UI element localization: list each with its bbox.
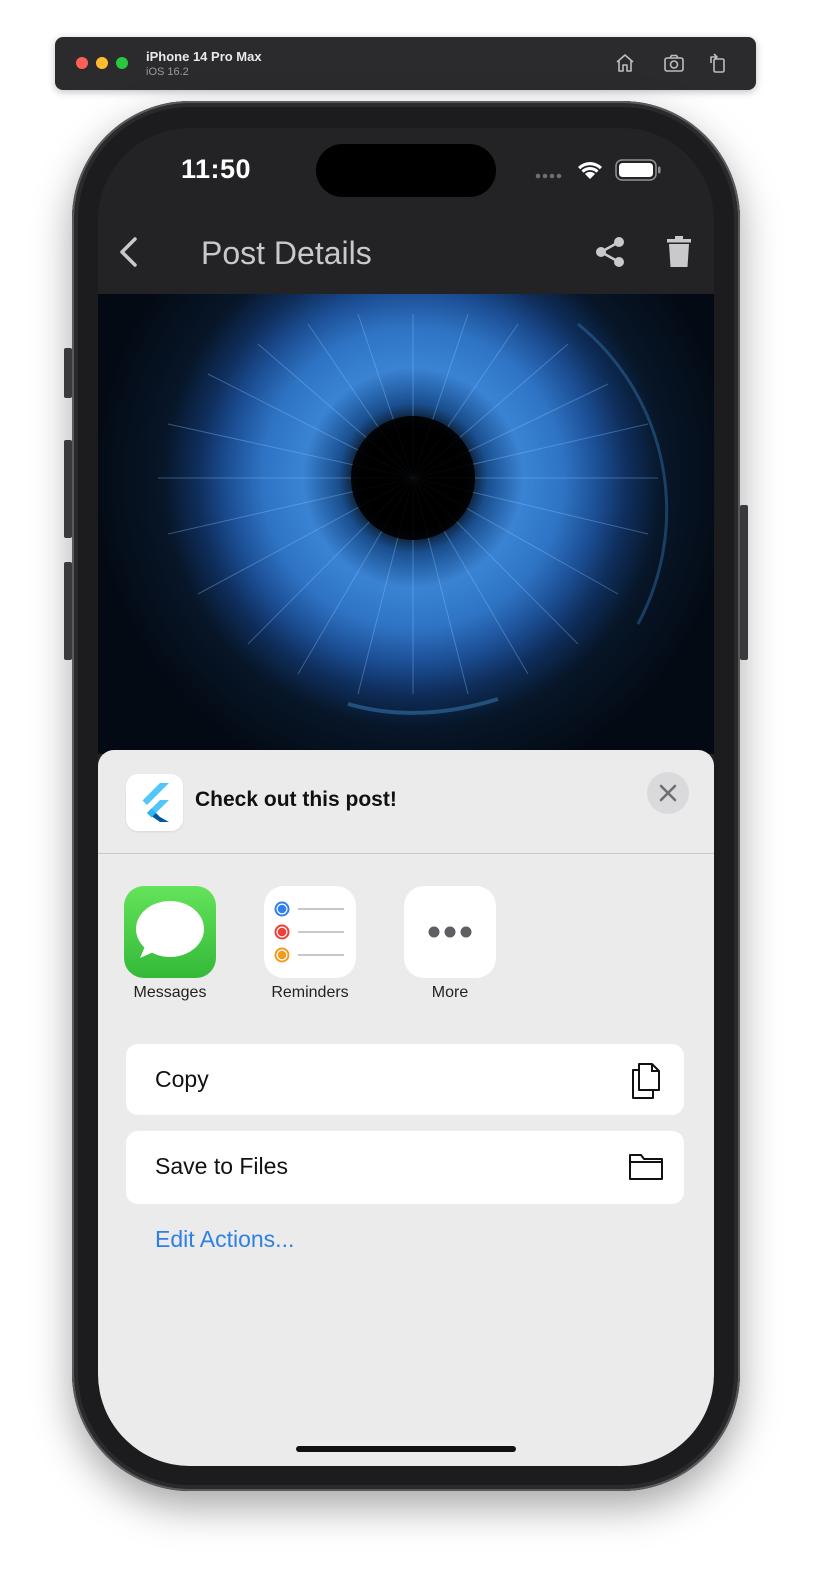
save-to-files-action[interactable]: Save to Files — [126, 1131, 684, 1204]
messages-app-button[interactable] — [124, 886, 216, 978]
close-icon[interactable] — [647, 772, 689, 814]
status-time: 11:50 — [181, 154, 252, 184]
volume-down-button — [64, 562, 72, 660]
share-icon[interactable] — [594, 236, 626, 268]
reminders-label: Reminders — [271, 984, 349, 1001]
simulator-device-name: iPhone 14 Pro Max — [146, 49, 262, 64]
power-button — [740, 505, 748, 660]
flutter-logo-icon — [126, 774, 183, 831]
share-sheet: Check out this post! Messages Reminders — [98, 750, 714, 1466]
app-bar: Post Details — [98, 208, 714, 294]
minimize-window-button[interactable] — [96, 57, 108, 69]
reminders-icon — [274, 901, 344, 963]
home-icon[interactable] — [613, 51, 637, 75]
share-sheet-header: Check out this post! — [98, 750, 714, 854]
copy-label: Copy — [155, 1066, 209, 1092]
simulator-title-bar: iPhone 14 Pro Max iOS 16.2 — [55, 37, 756, 90]
more-icon — [428, 926, 472, 938]
messages-label: Messages — [133, 984, 207, 1001]
volume-up-button — [64, 440, 72, 538]
rotate-icon[interactable] — [706, 51, 730, 75]
battery-icon — [615, 159, 661, 181]
share-sheet-title: Check out this post! — [195, 788, 397, 811]
action-button — [64, 348, 72, 398]
back-icon[interactable] — [116, 234, 142, 270]
home-indicator[interactable] — [296, 1446, 516, 1452]
save-to-files-label: Save to Files — [155, 1153, 288, 1179]
copy-icon — [628, 1060, 664, 1105]
phone-screen: 11:50 Post Details Check out this post! … — [98, 128, 714, 1466]
copy-action[interactable]: Copy — [126, 1044, 684, 1115]
status-icons — [534, 159, 664, 183]
dynamic-island — [316, 144, 496, 197]
edit-actions-link[interactable]: Edit Actions... — [155, 1226, 294, 1253]
reminders-app-button[interactable] — [264, 886, 356, 978]
more-label: More — [431, 984, 469, 1001]
post-image — [98, 294, 714, 754]
messages-icon — [136, 901, 204, 958]
folder-icon — [628, 1151, 664, 1186]
signal-icon — [535, 173, 562, 179]
zoom-window-button[interactable] — [116, 57, 128, 69]
wifi-icon — [578, 162, 602, 179]
simulator-os-version: iOS 16.2 — [146, 66, 189, 78]
delete-icon[interactable] — [666, 236, 692, 268]
page-title: Post Details — [201, 235, 372, 271]
screenshot-icon[interactable] — [662, 51, 686, 75]
close-window-button[interactable] — [76, 57, 88, 69]
more-apps-button[interactable] — [404, 886, 496, 978]
